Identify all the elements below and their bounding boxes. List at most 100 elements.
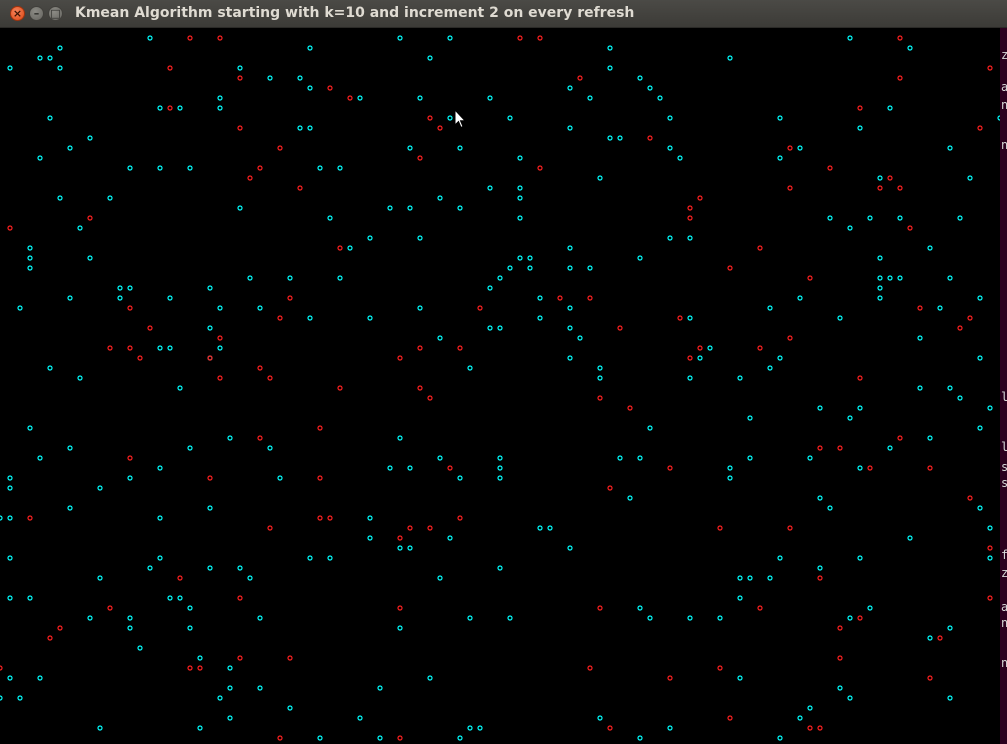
red-point: [207, 355, 213, 361]
red-point: [137, 355, 143, 361]
cyan-point: [57, 45, 63, 51]
cyan-point: [887, 275, 893, 281]
cyan-point: [427, 675, 433, 681]
red-point: [757, 245, 763, 251]
cyan-point: [127, 615, 133, 621]
side-text-char: z: [1001, 566, 1007, 580]
red-point: [477, 305, 483, 311]
cyan-point: [637, 735, 643, 741]
cyan-point: [47, 55, 53, 61]
cyan-point: [277, 475, 283, 481]
cyan-point: [117, 285, 123, 291]
cyan-point: [707, 345, 713, 351]
cyan-point: [417, 95, 423, 101]
cyan-point: [17, 305, 23, 311]
cyan-point: [247, 275, 253, 281]
cyan-point: [917, 385, 923, 391]
cyan-point: [747, 455, 753, 461]
cyan-point: [567, 245, 573, 251]
cyan-point: [907, 45, 913, 51]
red-point: [127, 455, 133, 461]
red-point: [667, 465, 673, 471]
red-point: [677, 315, 683, 321]
red-point: [217, 375, 223, 381]
red-point: [257, 435, 263, 441]
cyan-point: [887, 445, 893, 451]
cyan-point: [337, 165, 343, 171]
cyan-point: [987, 405, 993, 411]
cyan-point: [117, 295, 123, 301]
cyan-point: [437, 575, 443, 581]
side-text-char: n: [1001, 656, 1007, 670]
cyan-point: [267, 445, 273, 451]
cyan-point: [7, 675, 13, 681]
red-point: [757, 345, 763, 351]
red-point: [787, 335, 793, 341]
cyan-point: [877, 175, 883, 181]
cyan-point: [847, 415, 853, 421]
cyan-point: [147, 35, 153, 41]
cyan-point: [307, 555, 313, 561]
cyan-point: [27, 245, 33, 251]
cyan-point: [267, 75, 273, 81]
red-point: [277, 735, 283, 741]
red-point: [287, 655, 293, 661]
cyan-point: [157, 345, 163, 351]
red-point: [917, 305, 923, 311]
cyan-point: [537, 315, 543, 321]
cyan-point: [617, 135, 623, 141]
red-point: [577, 75, 583, 81]
cyan-point: [377, 735, 383, 741]
cyan-point: [257, 685, 263, 691]
red-point: [397, 355, 403, 361]
cyan-point: [467, 615, 473, 621]
cyan-point: [7, 65, 13, 71]
cyan-point: [7, 485, 13, 491]
kmeans-canvas[interactable]: [0, 28, 1000, 744]
cyan-point: [67, 295, 73, 301]
cyan-point: [47, 115, 53, 121]
cyan-point: [927, 635, 933, 641]
side-text-char: n: [1001, 616, 1007, 630]
close-button[interactable]: ×: [10, 6, 25, 21]
cyan-point: [457, 735, 463, 741]
cyan-point: [867, 605, 873, 611]
cyan-point: [487, 285, 493, 291]
minimize-button[interactable]: –: [29, 6, 44, 21]
cyan-point: [167, 345, 173, 351]
cyan-point: [127, 285, 133, 291]
cyan-point: [687, 375, 693, 381]
title-bar[interactable]: × – □ Kmean Algorithm starting with k=10…: [0, 0, 1007, 28]
red-point: [287, 295, 293, 301]
red-point: [957, 325, 963, 331]
cyan-point: [307, 45, 313, 51]
cyan-point: [437, 455, 443, 461]
cyan-point: [417, 235, 423, 241]
cyan-point: [847, 225, 853, 231]
cyan-point: [167, 595, 173, 601]
maximize-button[interactable]: □: [48, 6, 63, 21]
cyan-point: [437, 195, 443, 201]
cyan-point: [507, 615, 513, 621]
cyan-point: [7, 595, 13, 601]
red-point: [127, 345, 133, 351]
red-point: [827, 165, 833, 171]
red-point: [897, 75, 903, 81]
cyan-point: [27, 595, 33, 601]
red-point: [867, 465, 873, 471]
red-point: [317, 425, 323, 431]
cyan-point: [367, 315, 373, 321]
cyan-point: [197, 655, 203, 661]
cyan-point: [917, 335, 923, 341]
cyan-point: [517, 195, 523, 201]
red-point: [557, 295, 563, 301]
red-point: [237, 125, 243, 131]
cyan-point: [847, 35, 853, 41]
cyan-point: [217, 345, 223, 351]
cyan-point: [217, 105, 223, 111]
red-point: [687, 205, 693, 211]
red-point: [837, 625, 843, 631]
cyan-point: [27, 265, 33, 271]
cyan-point: [867, 215, 873, 221]
cyan-point: [677, 155, 683, 161]
